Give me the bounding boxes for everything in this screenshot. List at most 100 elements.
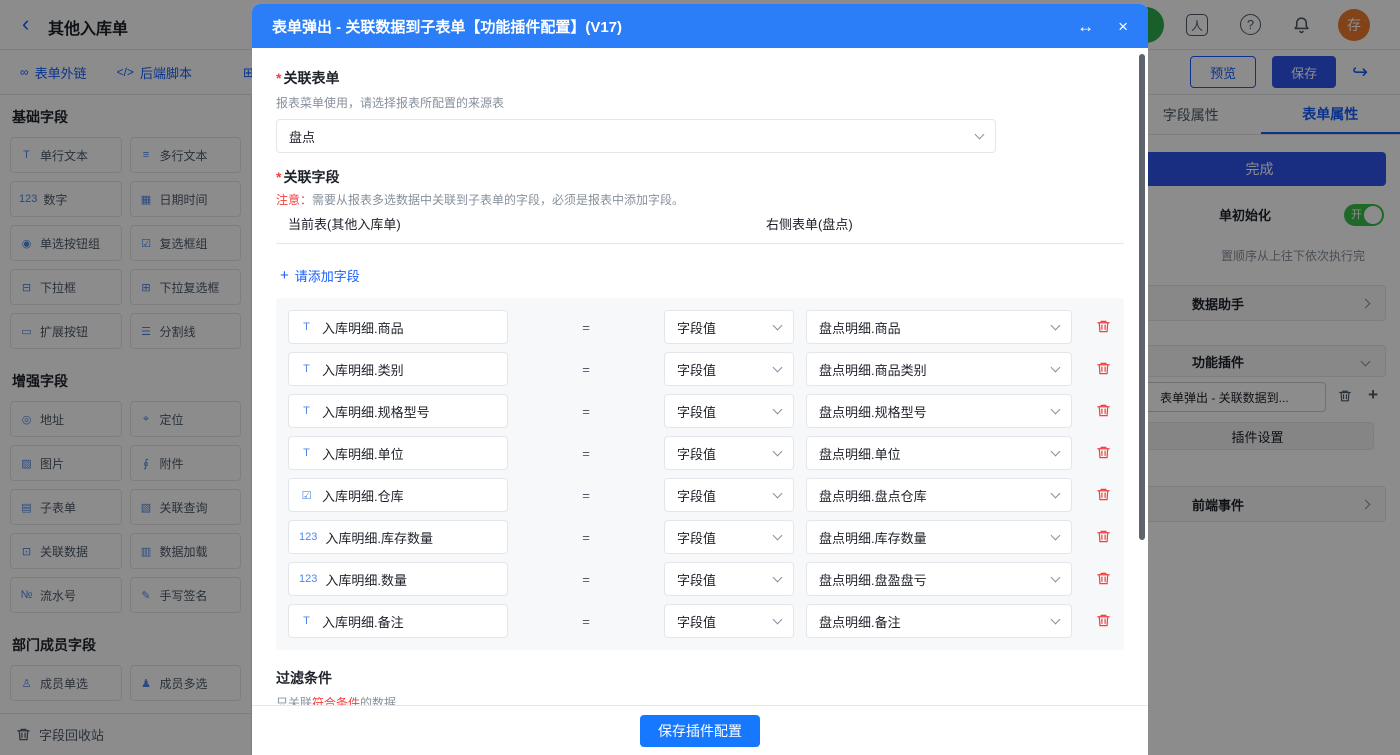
field-mapping-row: T 入库明细.商品 = 字段值 盘点明细.商品	[288, 310, 1112, 344]
equals-operator: =	[508, 404, 664, 419]
target-field-select[interactable]: 盘点明细.规格型号	[806, 394, 1072, 428]
chevron-down-icon	[773, 446, 783, 456]
delete-row-icon[interactable]	[1096, 613, 1112, 629]
target-field-select[interactable]: 盘点明细.库存数量	[806, 520, 1072, 554]
filter-conditions-text: 只关联符合条件的数据	[276, 694, 1124, 705]
save-plugin-config-button[interactable]: 保存插件配置	[640, 715, 760, 747]
target-field-select[interactable]: 盘点明细.商品类别	[806, 352, 1072, 386]
field-type-icon: T	[299, 447, 314, 459]
field-mapping-row: 123 入库明细.数量 = 字段值 盘点明细.盘盈盘亏	[288, 562, 1112, 596]
right-form-header: 右侧表单(盘点)	[766, 214, 853, 233]
equals-operator: =	[508, 320, 664, 335]
current-field-value: 入库明细.仓库	[322, 486, 404, 505]
value-type-select[interactable]: 字段值	[664, 478, 794, 512]
related-form-hint: 报表菜单使用，请选择报表所配置的来源表	[276, 94, 1124, 111]
modal-scrollbar[interactable]	[1139, 54, 1145, 540]
close-icon[interactable]: ×	[1118, 18, 1128, 35]
delete-row-icon[interactable]	[1096, 403, 1112, 419]
delete-row-icon[interactable]	[1096, 319, 1112, 335]
value-type-select[interactable]: 字段值	[664, 520, 794, 554]
target-field-value: 盘点明细.规格型号	[819, 402, 927, 421]
target-field-value: 盘点明细.盘点仓库	[819, 486, 927, 505]
current-field-input[interactable]: T 入库明细.类别	[288, 352, 508, 386]
required-mark: *	[276, 169, 281, 185]
value-type-value: 字段值	[677, 570, 716, 589]
add-field-label: 请添加字段	[295, 266, 360, 285]
target-field-select[interactable]: 盘点明细.盘盈盘亏	[806, 562, 1072, 596]
target-field-select[interactable]: 盘点明细.备注	[806, 604, 1072, 638]
chevron-down-icon	[1051, 614, 1061, 624]
note-text: 需要从报表多选数据中关联到子表单的字段，必须是报表中添加字段。	[312, 193, 684, 207]
delete-row-icon[interactable]	[1096, 529, 1112, 545]
field-type-icon: T	[299, 615, 314, 627]
field-mapping-row: T 入库明细.备注 = 字段值 盘点明细.备注	[288, 604, 1112, 638]
delete-row-icon[interactable]	[1096, 571, 1112, 587]
target-field-value: 盘点明细.商品类别	[819, 360, 927, 379]
current-field-value: 入库明细.类别	[322, 360, 404, 379]
current-field-value: 入库明细.数量	[325, 570, 407, 589]
expand-icon[interactable]: ↔	[1077, 18, 1094, 35]
plus-icon: +	[280, 267, 289, 284]
value-type-value: 字段值	[677, 612, 716, 631]
mapping-column-headers: 当前表(其他入库单) 右侧表单(盘点)	[276, 214, 1124, 244]
value-type-select[interactable]: 字段值	[664, 562, 794, 596]
delete-row-icon[interactable]	[1096, 487, 1112, 503]
target-field-value: 盘点明细.商品	[819, 318, 901, 337]
add-field-link[interactable]: + 请添加字段	[280, 266, 360, 285]
current-field-input[interactable]: T 入库明细.单位	[288, 436, 508, 470]
delete-row-icon[interactable]	[1096, 361, 1112, 377]
chevron-down-icon	[773, 320, 783, 330]
chevron-down-icon	[773, 530, 783, 540]
value-type-select[interactable]: 字段值	[664, 394, 794, 428]
chevron-down-icon	[1051, 446, 1061, 456]
modal-title: 表单弹出 - 关联数据到子表单【功能插件配置】(V17)	[272, 16, 622, 37]
filter-text-before: 只关联	[276, 696, 312, 705]
field-type-icon: 123	[299, 573, 317, 585]
modal-header-icons: ↔ ×	[1077, 18, 1128, 35]
field-mapping-rows: T 入库明细.商品 = 字段值 盘点明细.商品	[276, 298, 1124, 650]
current-field-input[interactable]: T 入库明细.规格型号	[288, 394, 508, 428]
filter-text-highlight[interactable]: 符合条件	[312, 696, 360, 705]
equals-operator: =	[508, 530, 664, 545]
chevron-down-icon	[1051, 362, 1061, 372]
chevron-down-icon	[773, 614, 783, 624]
field-mapping-row: T 入库明细.类别 = 字段值 盘点明细.商品类别	[288, 352, 1112, 386]
field-mapping-row: T 入库明细.单位 = 字段值 盘点明细.单位	[288, 436, 1112, 470]
value-type-select[interactable]: 字段值	[664, 310, 794, 344]
field-type-icon: ☑	[299, 489, 314, 502]
target-field-select[interactable]: 盘点明细.商品	[806, 310, 1072, 344]
filter-text-after: 的数据	[360, 696, 396, 705]
related-fields-label: *关联字段	[276, 167, 1124, 187]
equals-operator: =	[508, 362, 664, 377]
current-field-value: 入库明细.单位	[322, 444, 404, 463]
chevron-down-icon	[1051, 572, 1061, 582]
equals-operator: =	[508, 488, 664, 503]
current-field-input[interactable]: T 入库明细.商品	[288, 310, 508, 344]
delete-row-icon[interactable]	[1096, 445, 1112, 461]
plugin-config-modal: 表单弹出 - 关联数据到子表单【功能插件配置】(V17) ↔ × *关联表单 报…	[252, 4, 1148, 755]
field-mapping-row: 123 入库明细.库存数量 = 字段值 盘点明细.库存数量	[288, 520, 1112, 554]
target-field-select[interactable]: 盘点明细.盘点仓库	[806, 478, 1072, 512]
value-type-select[interactable]: 字段值	[664, 604, 794, 638]
chevron-down-icon	[773, 362, 783, 372]
target-field-value: 盘点明细.库存数量	[819, 528, 927, 547]
current-field-input[interactable]: ☑ 入库明细.仓库	[288, 478, 508, 512]
source-form-select[interactable]: 盘点	[276, 119, 996, 153]
note-prefix: 注意：	[276, 193, 312, 207]
modal-body: *关联表单 报表菜单使用，请选择报表所配置的来源表 盘点 *关联字段 注意：需要…	[252, 48, 1148, 705]
equals-operator: =	[508, 572, 664, 587]
current-field-input[interactable]: 123 入库明细.数量	[288, 562, 508, 596]
modal-footer: 保存插件配置	[252, 705, 1148, 755]
value-type-select[interactable]: 字段值	[664, 436, 794, 470]
current-field-value: 入库明细.备注	[322, 612, 404, 631]
value-type-select[interactable]: 字段值	[664, 352, 794, 386]
current-field-input[interactable]: 123 入库明细.库存数量	[288, 520, 508, 554]
current-field-value: 入库明细.商品	[322, 318, 404, 337]
value-type-value: 字段值	[677, 486, 716, 505]
app-root: ‹ 其他入库单 人 ? 存 ∞ 表单外链 </> 后端脚本 ⊞ 预	[0, 0, 1400, 755]
value-type-value: 字段值	[677, 402, 716, 421]
current-field-input[interactable]: T 入库明细.备注	[288, 604, 508, 638]
target-field-select[interactable]: 盘点明细.单位	[806, 436, 1072, 470]
chevron-down-icon	[773, 488, 783, 498]
chevron-down-icon	[1051, 320, 1061, 330]
